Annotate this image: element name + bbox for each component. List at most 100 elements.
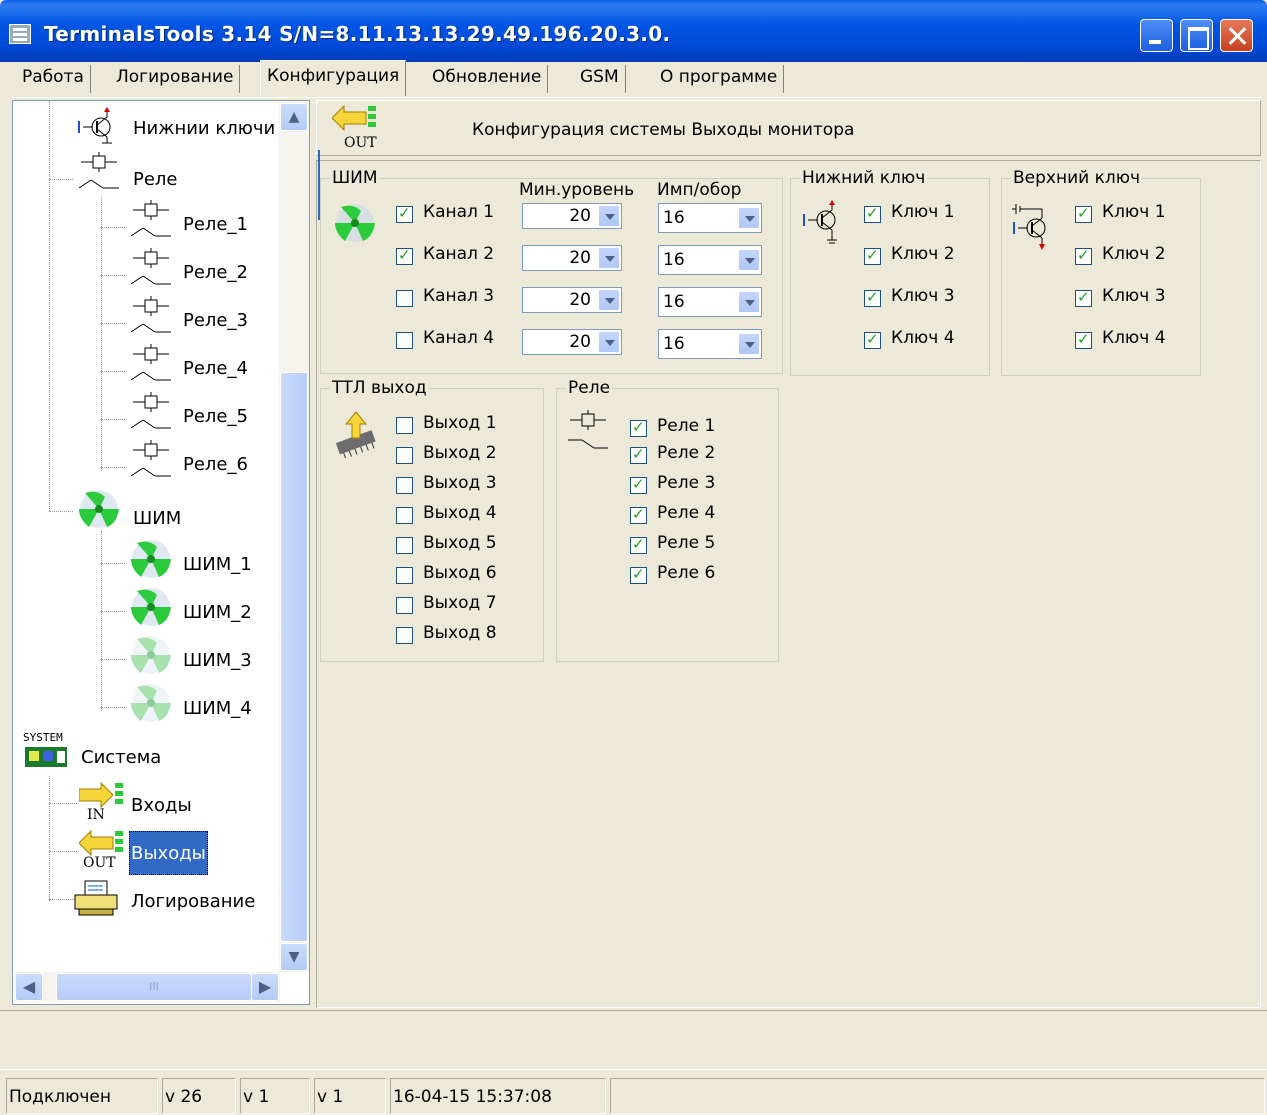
upper-key-4-checkbox[interactable] <box>1075 330 1092 349</box>
ttl-output-5-label: Выход 5 <box>423 533 497 553</box>
status-version-1: v 26 <box>162 1078 236 1114</box>
ttl-output-2-checkbox[interactable] <box>396 447 413 464</box>
min-level-select-3[interactable]: 20 <box>522 287 622 313</box>
upper-key-1-checkbox[interactable] <box>1075 204 1092 223</box>
ttl-output-4-label: Выход 4 <box>423 503 497 523</box>
lower-key-3-checkbox[interactable] <box>864 288 881 307</box>
relay-6-checkbox[interactable] <box>630 565 647 584</box>
pwm-channel-1-checkbox[interactable] <box>396 204 413 223</box>
close-button[interactable] <box>1220 19 1253 52</box>
upper-key-3-checkbox[interactable] <box>1075 288 1092 307</box>
status-version-3: v 1 <box>314 1078 386 1114</box>
imp-per-rev-header: Имп/обор <box>657 180 742 200</box>
tab-logging[interactable]: Логирование <box>110 65 241 93</box>
imp-per-rev-select-1[interactable]: 16 <box>658 203 762 233</box>
ttl-output-3-label: Выход 3 <box>423 473 497 493</box>
relay-group-title: Реле <box>566 378 613 398</box>
ttl-output-7-checkbox[interactable] <box>396 597 413 614</box>
pwm-channel-4-checkbox[interactable] <box>396 332 413 349</box>
ttl-output-8-checkbox[interactable] <box>396 627 413 644</box>
pwm-channel-3-checkbox[interactable] <box>396 290 413 307</box>
chevron-down-icon[interactable] <box>598 205 620 227</box>
relay-1-checkbox[interactable] <box>630 418 647 437</box>
relay-3-checkbox[interactable] <box>630 475 647 494</box>
upper-key-group-title: Верхний ключ <box>1011 168 1143 188</box>
pwm-channel-2-checkbox[interactable] <box>396 246 413 265</box>
relay-2-label: Реле 2 <box>657 443 716 463</box>
status-version-2: v 1 <box>240 1078 310 1114</box>
scroll-left-icon[interactable]: ◀ <box>15 973 43 1001</box>
chevron-down-icon[interactable] <box>598 289 620 311</box>
imp-per-rev-select-4[interactable]: 16 <box>658 329 762 359</box>
relay-5-checkbox[interactable] <box>630 535 647 554</box>
relay-1-label: Реле 1 <box>657 416 716 436</box>
ttl-output-2-label: Выход 2 <box>423 443 497 463</box>
relay-icon <box>568 410 608 449</box>
app-icon[interactable] <box>9 24 31 44</box>
lower-key-1-checkbox[interactable] <box>864 204 881 223</box>
upper-key-1-label: Ключ 1 <box>1102 202 1166 222</box>
chip-icon <box>335 411 376 458</box>
fan-icon <box>335 204 375 242</box>
chevron-down-icon[interactable] <box>738 333 760 355</box>
system-board-icon <box>25 747 67 767</box>
tab-gsm[interactable]: GSM <box>574 65 626 93</box>
lower-key-2-checkbox[interactable] <box>864 246 881 265</box>
minimize-button[interactable] <box>1140 19 1173 52</box>
maximize-button[interactable] <box>1180 19 1213 52</box>
lower-key-4-checkbox[interactable] <box>864 330 881 349</box>
tree-vertical-scrollbar[interactable]: ▲ ▼ <box>279 102 309 972</box>
tab-configuration[interactable]: Конфигурация <box>260 60 407 96</box>
header-badge: OUT <box>344 135 377 151</box>
relay-2-checkbox[interactable] <box>630 445 647 464</box>
pwm-channel-3-label: Канал 3 <box>423 286 495 306</box>
pwm-channel-1-label: Канал 1 <box>423 202 495 222</box>
status-connection: Подключен <box>6 1078 158 1114</box>
config-tree[interactable]: Нижнии ключи Реле Реле_1 Реле_2 Реле_3 Реле… <box>12 100 310 1005</box>
ttl-output-1-checkbox[interactable] <box>396 417 413 434</box>
lower-key-4-label: Ключ 4 <box>891 328 955 348</box>
page-title: Конфигурация системы Выходы монитора <box>472 120 855 140</box>
relay-3-label: Реле 3 <box>657 473 716 493</box>
ttl-output-5-checkbox[interactable] <box>396 537 413 554</box>
tree-horizontal-scrollbar[interactable]: ◀ III ▶ <box>14 972 280 1002</box>
chevron-down-icon[interactable] <box>598 331 620 353</box>
pwm-channel-4-label: Канал 4 <box>423 328 495 348</box>
scroll-right-icon[interactable]: ▶ <box>251 973 279 1001</box>
chevron-down-icon[interactable] <box>738 291 760 313</box>
scroll-thumb-horizontal[interactable]: III <box>56 973 252 1001</box>
chevron-down-icon[interactable] <box>738 249 760 271</box>
upper-key-3-label: Ключ 3 <box>1102 286 1166 306</box>
ttl-output-8-label: Выход 8 <box>423 623 497 643</box>
scroll-thumb[interactable] <box>280 372 308 942</box>
ttl-output-6-checkbox[interactable] <box>396 567 413 584</box>
min-level-select-1[interactable]: 20 <box>522 203 622 229</box>
status-empty <box>610 1078 1265 1114</box>
relay-4-label: Реле 4 <box>657 503 716 523</box>
relay-6-label: Реле 6 <box>657 563 716 583</box>
min-level-select-4[interactable]: 20 <box>522 329 622 355</box>
chevron-down-icon[interactable] <box>738 207 760 229</box>
lower-key-2-label: Ключ 2 <box>891 244 955 264</box>
transistor-icon <box>78 107 112 144</box>
message-area <box>0 1010 1267 1070</box>
scroll-up-icon[interactable]: ▲ <box>280 103 308 131</box>
ttl-output-group-title: ТТЛ выход <box>330 378 429 398</box>
tab-update[interactable]: Обновление <box>426 65 549 93</box>
ttl-output-1-label: Выход 1 <box>423 413 497 433</box>
relay-4-checkbox[interactable] <box>630 505 647 524</box>
ttl-output-3-checkbox[interactable] <box>396 477 413 494</box>
transistor-high-icon <box>1012 204 1046 250</box>
upper-key-2-checkbox[interactable] <box>1075 246 1092 265</box>
relay-icon <box>78 152 119 189</box>
relay-5-label: Реле 5 <box>657 533 716 553</box>
tab-work[interactable]: Работа <box>16 65 91 93</box>
lower-key-3-label: Ключ 3 <box>891 286 955 306</box>
ttl-output-4-checkbox[interactable] <box>396 507 413 524</box>
scroll-down-icon[interactable]: ▼ <box>280 943 308 971</box>
min-level-select-2[interactable]: 20 <box>522 245 622 271</box>
tab-about[interactable]: О программе <box>654 65 785 93</box>
imp-per-rev-select-2[interactable]: 16 <box>658 245 762 275</box>
imp-per-rev-select-3[interactable]: 16 <box>658 287 762 317</box>
chevron-down-icon[interactable] <box>598 247 620 269</box>
